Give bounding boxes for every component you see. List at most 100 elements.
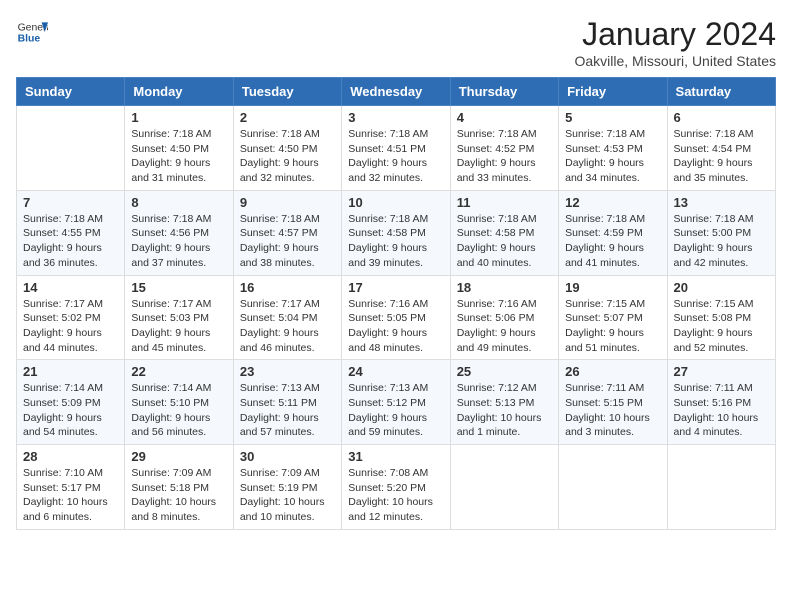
day-cell: 29Sunrise: 7:09 AMSunset: 5:18 PMDayligh… <box>125 445 233 530</box>
day-number: 12 <box>565 195 660 210</box>
day-info: Sunrise: 7:18 AMSunset: 4:59 PMDaylight:… <box>565 212 660 271</box>
day-cell: 4 Sunrise: 7:18 AMSunset: 4:52 PMDaylight… <box>450 106 558 191</box>
day-number: 13 <box>674 195 769 210</box>
day-number: 9 <box>240 195 335 210</box>
day-cell: 24 Sunrise: 7:13 AMSunset: 5:12 PMDayligh… <box>342 360 450 445</box>
day-number: 4 <box>457 110 552 125</box>
day-number: 8 <box>131 195 226 210</box>
day-number: 23 <box>240 364 335 379</box>
day-number: 16 <box>240 280 335 295</box>
day-cell: 19 Sunrise: 7:15 AMSunset: 5:07 PMDayligh… <box>559 275 667 360</box>
col-sunday: Sunday <box>17 78 125 106</box>
day-cell: 17 Sunrise: 7:16 AMSunset: 5:05 PMDayligh… <box>342 275 450 360</box>
day-info: Sunrise: 7:14 AMSunset: 5:10 PMDaylight:… <box>131 381 226 440</box>
day-cell <box>559 445 667 530</box>
day-info: Sunrise: 7:12 AMSunset: 5:13 PMDaylight:… <box>457 381 552 440</box>
day-cell: 3Sunrise: 7:18 AMSunset: 4:51 PMDaylight… <box>342 106 450 191</box>
day-cell: 16Sunrise: 7:17 AMSunset: 5:04 PMDayligh… <box>233 275 341 360</box>
day-cell: 26 Sunrise: 7:11 AMSunset: 5:15 PMDayligh… <box>559 360 667 445</box>
col-monday: Monday <box>125 78 233 106</box>
day-number: 28 <box>23 449 118 464</box>
day-info: Sunrise: 7:08 AMSunset: 5:20 PMDaylight:… <box>348 466 443 525</box>
col-tuesday: Tuesday <box>233 78 341 106</box>
day-info: Sunrise: 7:18 AMSunset: 4:50 PMDaylight:… <box>240 127 335 186</box>
day-info: Sunrise: 7:18 AMSunset: 5:00 PMDaylight:… <box>674 212 769 271</box>
day-cell: 28 Sunrise: 7:10 AMSunset: 5:17 PMDayligh… <box>17 445 125 530</box>
day-cell: 30Sunrise: 7:09 AMSunset: 5:19 PMDayligh… <box>233 445 341 530</box>
day-info: Sunrise: 7:15 AMSunset: 5:07 PMDaylight:… <box>565 297 660 356</box>
day-number: 5 <box>565 110 660 125</box>
day-number: 20 <box>674 280 769 295</box>
col-thursday: Thursday <box>450 78 558 106</box>
day-number: 31 <box>348 449 443 464</box>
day-number: 19 <box>565 280 660 295</box>
day-cell: 2Sunrise: 7:18 AMSunset: 4:50 PMDaylight… <box>233 106 341 191</box>
day-number: 17 <box>348 280 443 295</box>
day-number: 3 <box>348 110 443 125</box>
svg-text:Blue: Blue <box>18 34 41 45</box>
day-cell: 9 Sunrise: 7:18 AMSunset: 4:57 PMDaylight… <box>233 190 341 275</box>
day-info: Sunrise: 7:18 AMSunset: 4:53 PMDaylight:… <box>565 127 660 186</box>
day-cell: 6 Sunrise: 7:18 AMSunset: 4:54 PMDaylight… <box>667 106 775 191</box>
day-number: 1 <box>131 110 226 125</box>
day-cell <box>17 106 125 191</box>
week-row-2: 7 Sunrise: 7:18 AMSunset: 4:55 PMDaylight… <box>17 190 776 275</box>
day-cell: 5 Sunrise: 7:18 AMSunset: 4:53 PMDaylight… <box>559 106 667 191</box>
col-wednesday: Wednesday <box>342 78 450 106</box>
logo-icon: General Blue <box>16 16 48 48</box>
day-info: Sunrise: 7:09 AMSunset: 5:18 PMDaylight:… <box>131 466 226 525</box>
day-cell: 11Sunrise: 7:18 AMSunset: 4:58 PMDayligh… <box>450 190 558 275</box>
calendar-title: January 2024 <box>574 16 776 53</box>
day-cell <box>450 445 558 530</box>
day-cell: 14Sunrise: 7:17 AMSunset: 5:02 PMDayligh… <box>17 275 125 360</box>
day-number: 6 <box>674 110 769 125</box>
day-number: 18 <box>457 280 552 295</box>
calendar-header-row: Sunday Monday Tuesday Wednesday Thursday… <box>17 78 776 106</box>
day-number: 24 <box>348 364 443 379</box>
day-info: Sunrise: 7:11 AMSunset: 5:16 PMDaylight:… <box>674 381 769 440</box>
day-number: 22 <box>131 364 226 379</box>
day-info: Sunrise: 7:16 AMSunset: 5:06 PMDaylight:… <box>457 297 552 356</box>
day-cell: 7 Sunrise: 7:18 AMSunset: 4:55 PMDaylight… <box>17 190 125 275</box>
day-cell: 8 Sunrise: 7:18 AMSunset: 4:56 PMDaylight… <box>125 190 233 275</box>
day-info: Sunrise: 7:10 AMSunset: 5:17 PMDaylight:… <box>23 466 118 525</box>
day-info: Sunrise: 7:16 AMSunset: 5:05 PMDaylight:… <box>348 297 443 356</box>
day-number: 15 <box>131 280 226 295</box>
day-number: 7 <box>23 195 118 210</box>
col-friday: Friday <box>559 78 667 106</box>
calendar-table: Sunday Monday Tuesday Wednesday Thursday… <box>16 77 776 530</box>
day-cell: 12 Sunrise: 7:18 AMSunset: 4:59 PMDayligh… <box>559 190 667 275</box>
week-row-3: 14Sunrise: 7:17 AMSunset: 5:02 PMDayligh… <box>17 275 776 360</box>
day-info: Sunrise: 7:18 AMSunset: 4:54 PMDaylight:… <box>674 127 769 186</box>
day-cell: 15Sunrise: 7:17 AMSunset: 5:03 PMDayligh… <box>125 275 233 360</box>
day-info: Sunrise: 7:18 AMSunset: 4:55 PMDaylight:… <box>23 212 118 271</box>
day-info: Sunrise: 7:18 AMSunset: 4:56 PMDaylight:… <box>131 212 226 271</box>
day-info: Sunrise: 7:13 AMSunset: 5:12 PMDaylight:… <box>348 381 443 440</box>
title-block: January 2024 Oakville, Missouri, United … <box>574 16 776 69</box>
week-row-5: 28 Sunrise: 7:10 AMSunset: 5:17 PMDayligh… <box>17 445 776 530</box>
col-saturday: Saturday <box>667 78 775 106</box>
day-cell: 22 Sunrise: 7:14 AMSunset: 5:10 PMDayligh… <box>125 360 233 445</box>
day-number: 25 <box>457 364 552 379</box>
day-number: 14 <box>23 280 118 295</box>
day-info: Sunrise: 7:11 AMSunset: 5:15 PMDaylight:… <box>565 381 660 440</box>
day-info: Sunrise: 7:18 AMSunset: 4:58 PMDaylight:… <box>348 212 443 271</box>
day-cell: 13 Sunrise: 7:18 AMSunset: 5:00 PMDayligh… <box>667 190 775 275</box>
day-number: 27 <box>674 364 769 379</box>
day-cell: 1 Sunrise: 7:18 AMSunset: 4:50 PMDaylight… <box>125 106 233 191</box>
day-info: Sunrise: 7:18 AMSunset: 4:57 PMDaylight:… <box>240 212 335 271</box>
calendar-subtitle: Oakville, Missouri, United States <box>574 53 776 69</box>
day-number: 26 <box>565 364 660 379</box>
day-number: 11 <box>457 195 552 210</box>
day-info: Sunrise: 7:13 AMSunset: 5:11 PMDaylight:… <box>240 381 335 440</box>
day-cell: 20Sunrise: 7:15 AMSunset: 5:08 PMDayligh… <box>667 275 775 360</box>
day-cell: 21Sunrise: 7:14 AMSunset: 5:09 PMDayligh… <box>17 360 125 445</box>
page-header: General Blue January 2024 Oakville, Miss… <box>16 16 776 69</box>
day-info: Sunrise: 7:18 AMSunset: 4:50 PMDaylight:… <box>131 127 226 186</box>
week-row-4: 21Sunrise: 7:14 AMSunset: 5:09 PMDayligh… <box>17 360 776 445</box>
day-info: Sunrise: 7:18 AMSunset: 4:52 PMDaylight:… <box>457 127 552 186</box>
day-number: 10 <box>348 195 443 210</box>
day-cell: 23 Sunrise: 7:13 AMSunset: 5:11 PMDayligh… <box>233 360 341 445</box>
day-cell: 31 Sunrise: 7:08 AMSunset: 5:20 PMDayligh… <box>342 445 450 530</box>
day-cell <box>667 445 775 530</box>
